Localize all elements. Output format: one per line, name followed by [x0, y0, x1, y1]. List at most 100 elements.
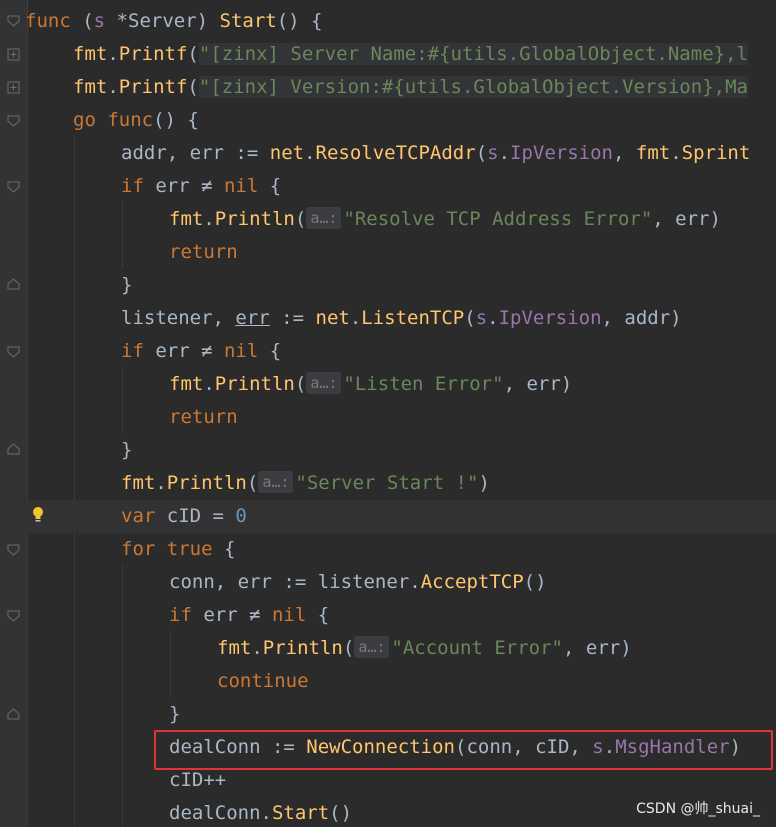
code-token: ResolveTCPAddr — [315, 142, 476, 164]
code-line-text: if err ≠ nil { — [121, 335, 281, 368]
code-line[interactable]: if err ≠ nil { — [0, 170, 776, 203]
code-token: nil — [223, 340, 259, 362]
code-token: func — [107, 109, 154, 131]
code-line[interactable]: var cID = 0 — [0, 500, 776, 533]
fold-collapse-icon[interactable] — [7, 114, 20, 127]
code-line-text: if err ≠ nil { — [169, 599, 329, 632]
code-line-text: return — [169, 236, 238, 269]
code-token: ( — [70, 10, 94, 32]
code-token: continue — [217, 670, 309, 692]
code-token: { — [258, 175, 282, 197]
code-line[interactable]: return — [0, 236, 776, 269]
code-token: ) — [196, 10, 220, 32]
code-token: err ≠ — [143, 340, 224, 362]
code-line[interactable]: fmt.Println(a…: "Account Error", err) — [0, 632, 776, 665]
code-line[interactable]: fmt.Printf("[zinx] Version:#{utils.Globa… — [0, 71, 776, 104]
code-token: fmt — [73, 76, 108, 98]
code-line[interactable]: fmt.Println(a…: "Listen Error", err) — [0, 368, 776, 401]
code-token: fmt — [121, 472, 156, 494]
code-token: err ≠ — [191, 604, 272, 626]
code-token: , err) — [652, 208, 721, 230]
code-line[interactable]: func (s *Server) Start() { — [0, 5, 776, 38]
fold-expand-icon[interactable] — [7, 48, 20, 61]
code-line[interactable]: go func() { — [0, 104, 776, 137]
code-token: . — [107, 76, 119, 98]
code-line[interactable]: fmt.Println(a…: "Resolve TCP Address Erro… — [0, 203, 776, 236]
code-token: true — [166, 538, 213, 560]
code-token: . — [107, 43, 119, 65]
code-token: AcceptTCP — [420, 571, 524, 593]
code-line-text: return — [169, 401, 238, 434]
code-line-text: } — [121, 434, 132, 467]
code-token: listener — [121, 307, 213, 329]
fold-expand-icon[interactable] — [7, 81, 20, 94]
code-token: Start — [219, 10, 277, 32]
fold-collapse-icon[interactable] — [7, 543, 20, 556]
code-token: , — [613, 142, 636, 164]
code-line[interactable]: listener, err := net.ListenTCP(s.IpVersi… — [0, 302, 776, 335]
fold-end-icon[interactable] — [7, 708, 20, 721]
code-token: "[zinx] Version:#{utils.GlobalObject.Ver… — [198, 76, 748, 98]
code-token: Println — [214, 373, 295, 395]
code-token: } — [169, 703, 181, 725]
code-line[interactable]: if err ≠ nil { — [0, 599, 776, 632]
parameter-hint: a…: — [258, 471, 294, 493]
code-token: Server — [128, 10, 197, 32]
code-token: ( — [187, 76, 199, 98]
code-token: . — [670, 142, 682, 164]
fold-collapse-icon[interactable] — [7, 609, 20, 622]
code-line[interactable]: fmt.Printf("[zinx] Server Name:#{utils.G… — [0, 38, 776, 71]
code-token: "Listen Error" — [343, 373, 504, 395]
code-token: "Server Start !" — [295, 472, 479, 494]
code-token: "[zinx] Server Name:#{utils.GlobalObject… — [198, 43, 748, 65]
fold-collapse-icon[interactable] — [7, 14, 20, 27]
code-token: , — [212, 307, 236, 329]
code-line[interactable]: } — [0, 269, 776, 302]
fold-collapse-icon[interactable] — [7, 345, 20, 358]
code-token: } — [121, 274, 133, 296]
code-line-text: go func() { — [73, 104, 199, 137]
fold-end-icon[interactable] — [7, 443, 20, 456]
code-line[interactable]: conn, err := listener.AcceptTCP() — [0, 566, 776, 599]
code-line[interactable]: for true { — [0, 533, 776, 566]
code-line-text: var cID = 0 — [121, 500, 247, 533]
code-line[interactable]: return — [0, 401, 776, 434]
code-token: IpVersion — [510, 142, 613, 164]
code-line[interactable]: addr, err := net.ResolveTCPAddr(s.IpVers… — [0, 137, 776, 170]
code-token: . — [251, 637, 263, 659]
code-token: ( — [294, 373, 307, 395]
code-token: Start — [271, 802, 330, 824]
code-token: nil — [223, 175, 259, 197]
code-token: } — [121, 439, 133, 461]
code-token: Println — [262, 637, 343, 659]
code-line-text: fmt.Printf("[zinx] Version:#{utils.Globa… — [73, 71, 748, 104]
code-token: net — [315, 307, 350, 329]
code-line[interactable]: } — [0, 698, 776, 731]
code-token: Println — [214, 208, 295, 230]
code-token: . — [304, 142, 316, 164]
code-line[interactable]: continue — [0, 665, 776, 698]
code-line-text: fmt.Println(a…: "Account Error", err) — [217, 632, 632, 665]
code-token: , err) — [503, 373, 573, 395]
code-line-text: } — [121, 269, 132, 302]
code-line[interactable]: } — [0, 434, 776, 467]
code-token: () { — [276, 10, 323, 32]
code-token: err — [189, 142, 224, 164]
code-token: fmt — [73, 43, 108, 65]
code-line-text: listener, err := net.ListenTCP(s.IpVersi… — [121, 302, 682, 335]
code-token: func — [25, 10, 71, 32]
code-token: for — [121, 538, 156, 560]
code-token: err — [237, 571, 272, 593]
code-line-text: conn, err := listener.AcceptTCP() — [169, 566, 547, 599]
lightbulb-icon[interactable] — [30, 505, 46, 525]
code-token: () — [523, 571, 547, 593]
code-token: . — [155, 472, 167, 494]
code-token: if — [169, 604, 192, 626]
code-token: fmt — [217, 637, 252, 659]
fold-collapse-icon[interactable] — [7, 180, 20, 193]
fold-end-icon[interactable] — [7, 278, 20, 291]
code-line[interactable]: if err ≠ nil { — [0, 335, 776, 368]
code-editor[interactable]: func (s *Server) Start() {fmt.Printf("[z… — [0, 0, 776, 827]
code-line[interactable]: fmt.Println(a…: "Server Start !") — [0, 467, 776, 500]
